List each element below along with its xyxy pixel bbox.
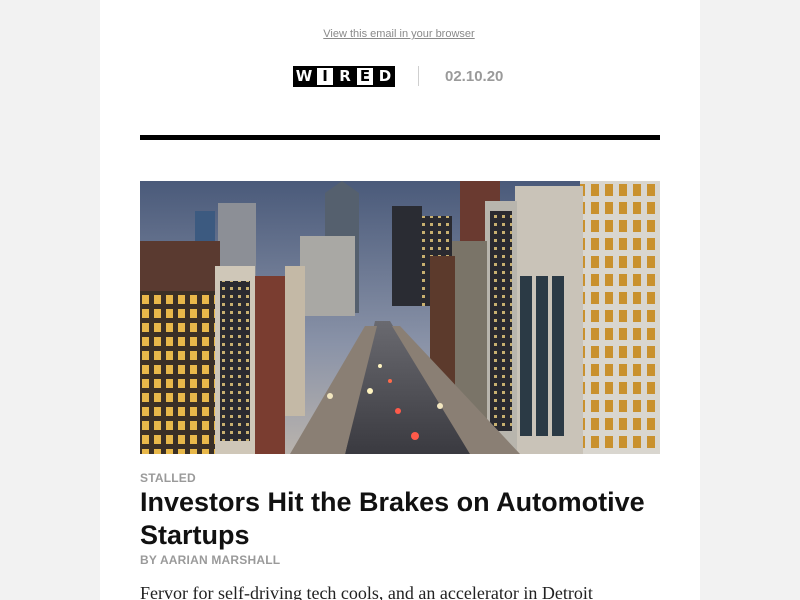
article-dek: Fervor for self-driving tech cools, and … xyxy=(140,583,593,600)
view-in-browser-link[interactable]: View this email in your browser xyxy=(100,28,698,40)
logo-letter: D xyxy=(375,66,395,87)
hero-image-city-street[interactable] xyxy=(140,181,660,454)
issue-date: 02.10.20 xyxy=(445,68,504,85)
masthead-divider xyxy=(418,66,419,86)
email-body: View this email in your browser W I R E … xyxy=(100,0,700,600)
masthead: W I R E D 02.10.20 xyxy=(100,66,700,88)
logo-letter: E xyxy=(355,66,375,87)
wired-logo[interactable]: W I R E D xyxy=(293,66,395,87)
logo-letter: W xyxy=(293,66,315,87)
header-rule xyxy=(140,135,660,140)
article-byline: BY AARIAN MARSHALL xyxy=(140,553,281,567)
article-headline[interactable]: Investors Hit the Brakes on Automotive S… xyxy=(140,486,660,552)
logo-letter: R xyxy=(335,66,355,87)
logo-letter: I xyxy=(315,66,335,87)
article-kicker: STALLED xyxy=(140,471,196,485)
